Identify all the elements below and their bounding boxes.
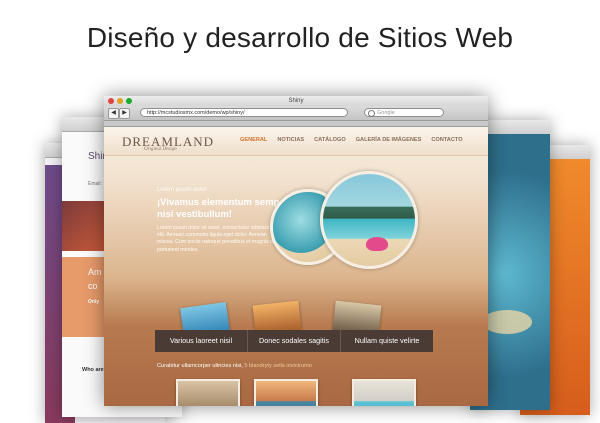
feature-bar: Various laoreet nisil Donec sodales sagi… [155, 330, 433, 352]
orange-panel-heading-2: co [88, 281, 98, 291]
window-controls [108, 98, 132, 104]
orange-panel-heading: Am [88, 267, 102, 277]
thumbnail-room[interactable] [176, 379, 240, 406]
hero-kicker: Lorem ipsum dolor [157, 187, 207, 193]
back-button[interactable]: ◀ [108, 108, 119, 119]
orange-panel-link[interactable]: Only [88, 299, 99, 305]
browser-toolbar: ◀ ▶ http://mcstudiosmx.com/demo/wp/shiny… [104, 106, 488, 121]
search-field[interactable]: Google [364, 108, 444, 117]
site-menu: GENERAL NOTICIAS CATÁLOGO GALERÍA DE IMÁ… [240, 137, 463, 143]
thumbnail-sunset[interactable] [254, 379, 318, 406]
menu-item-noticias[interactable]: NOTICIAS [277, 137, 304, 143]
feature-item-3[interactable]: Nullam quiste velirte [341, 330, 433, 352]
menu-item-galeria[interactable]: GALERÍA DE IMÁGENES [356, 137, 422, 143]
section-heading: Who are [82, 367, 104, 373]
dark-red-graphic [62, 201, 104, 251]
zoom-window-button[interactable] [126, 98, 132, 104]
beach-umbrella-graphic [366, 237, 388, 251]
hero-text: Lorem ipsum dolor sit amet, consectetur … [157, 225, 277, 253]
email-label: Email: [88, 181, 102, 187]
window-title: Shiny [288, 98, 304, 104]
website-page: DREAMLAND Original Design GENERAL NOTICI… [104, 127, 488, 406]
site-header: DREAMLAND Original Design GENERAL NOTICI… [104, 127, 488, 156]
thumbnail-pool[interactable] [352, 379, 416, 406]
page-headline: Diseño y desarrollo de Sitios Web [86, 22, 514, 53]
menu-item-contacto[interactable]: CONTACTO [431, 137, 462, 143]
site-logo-tagline: Original Design [144, 147, 177, 152]
intro-text-main: Curabitur ullamcorper ultricies nisi, [157, 363, 243, 369]
feature-item-1[interactable]: Various laoreet nisil [155, 330, 248, 352]
main-browser-window: Shiny ◀ ▶ http://mcstudiosmx.com/demo/wp… [104, 96, 488, 406]
intro-text-highlight[interactable]: 5 blandryty sella invictrumo [244, 363, 311, 369]
address-bar[interactable]: http://mcstudiosmx.com/demo/wp/shiny/ [140, 108, 348, 117]
minimize-window-button[interactable] [117, 98, 123, 104]
hero-image-large-bubble [320, 171, 418, 269]
boat-graphic [482, 310, 532, 334]
orange-panel: Am co Only [62, 257, 104, 337]
feature-item-2[interactable]: Donec sodales sagitis [248, 330, 341, 352]
menu-item-catalogo[interactable]: CATÁLOGO [314, 137, 346, 143]
forward-button[interactable]: ▶ [119, 108, 130, 119]
intro-text: Curabitur ullamcorper ultricies nisi, 5 … [157, 363, 312, 369]
close-window-button[interactable] [108, 98, 114, 104]
window-titlebar: Shiny [104, 96, 488, 106]
search-icon [368, 110, 375, 117]
menu-item-general[interactable]: GENERAL [240, 137, 267, 143]
